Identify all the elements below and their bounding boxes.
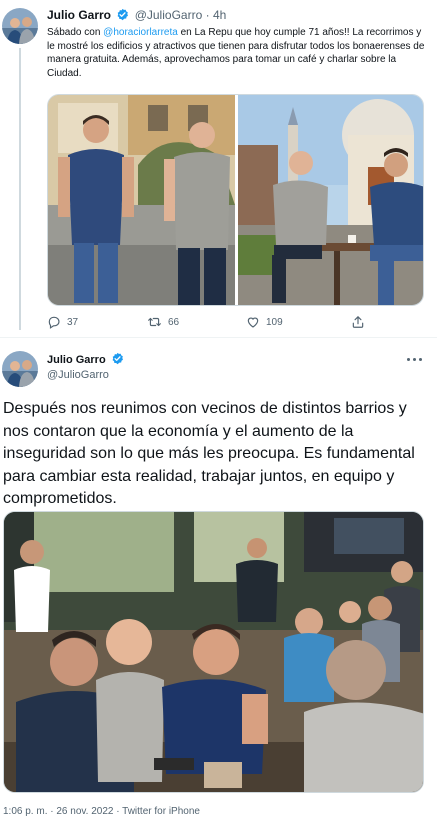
tweet-header: Julio Garro @JulioGarro · 4h <box>47 8 226 22</box>
retweet-action[interactable]: 66 <box>147 315 179 329</box>
share-icon[interactable] <box>351 315 365 329</box>
mention-link[interactable]: @horaciorlarreta <box>103 27 178 38</box>
avatar[interactable] <box>2 351 38 387</box>
heart-icon[interactable] <box>246 315 260 329</box>
author-handle[interactable]: @JulioGarro <box>135 8 203 22</box>
text-before: Sábado con <box>47 27 104 38</box>
tweet-divider <box>0 337 437 338</box>
photo-left[interactable] <box>48 95 235 306</box>
reply-icon[interactable] <box>47 315 61 329</box>
retweet-count: 66 <box>168 316 180 328</box>
verified-badge-icon <box>111 352 124 365</box>
reply-count: 37 <box>67 316 79 328</box>
tweet-photos[interactable] <box>47 94 424 306</box>
tweet-1: Julio Garro @JulioGarro · 4h Sábado con … <box>0 0 437 337</box>
share-action[interactable] <box>351 315 365 329</box>
tweet-photo[interactable] <box>3 511 424 793</box>
tweet-timestamp[interactable]: 1:06 p. m. · 26 nov. 2022 · Twitter for … <box>3 806 200 817</box>
tweet-header: Julio Garro @JulioGarro <box>47 352 126 382</box>
like-count: 109 <box>266 316 283 328</box>
tweet-time[interactable]: 4h <box>213 8 226 22</box>
tweet-actions: 37 66 109 <box>47 315 424 331</box>
separator: · <box>205 8 210 22</box>
more-icon[interactable] <box>407 358 423 364</box>
tweet-text: Sábado con @horaciorlarreta en La Repu q… <box>47 26 427 80</box>
photo-right[interactable] <box>238 95 424 306</box>
retweet-icon[interactable] <box>147 315 162 329</box>
thread-line <box>19 48 21 330</box>
author-handle[interactable]: @JulioGarro <box>47 368 126 382</box>
reply-action[interactable]: 37 <box>47 315 78 329</box>
tweet-text: Después nos reunimos con vecinos de dist… <box>3 400 415 507</box>
verified-badge-icon <box>116 8 129 21</box>
avatar[interactable] <box>2 8 38 44</box>
author-name[interactable]: Julio Garro <box>47 354 106 366</box>
author-name[interactable]: Julio Garro <box>47 8 111 22</box>
like-action[interactable]: 109 <box>246 315 283 329</box>
